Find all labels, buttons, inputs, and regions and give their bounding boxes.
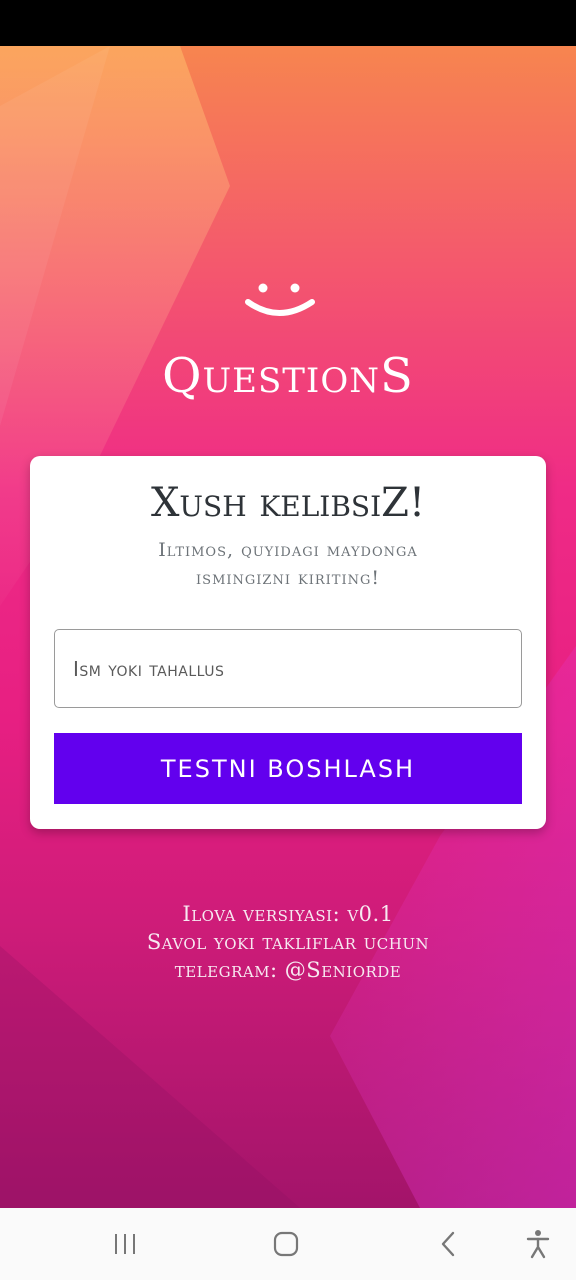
- contact-text-1: Savol yoki takliflar uchun: [146, 930, 430, 954]
- subtitle-line-1: Iltimos, quyidagi maydonga: [158, 539, 418, 561]
- back-icon: [441, 1231, 455, 1257]
- accessibility-icon: [526, 1230, 550, 1259]
- subtitle-line-2: ismingizni kiriting!: [196, 567, 380, 589]
- navigation-bar: [0, 1208, 576, 1280]
- name-input[interactable]: [54, 629, 522, 708]
- status-bar: [0, 0, 576, 46]
- recents-icon: [115, 1234, 135, 1254]
- recents-button[interactable]: [105, 1226, 145, 1262]
- footer-info: Ilova versiyasi: v0.1 Savol yoki taklifl…: [0, 900, 576, 984]
- app-title: QuestionS: [162, 348, 414, 404]
- contact-text-2: telegram: @Seniorde: [174, 958, 402, 982]
- home-button[interactable]: [266, 1226, 306, 1262]
- home-icon: [273, 1231, 299, 1257]
- accessibility-button[interactable]: [518, 1226, 558, 1262]
- back-button[interactable]: [428, 1226, 468, 1262]
- welcome-heading: Xush kelibsiZ!: [150, 480, 426, 526]
- smiley-icon: [245, 283, 315, 316]
- welcome-card: Xush kelibsiZ! Iltimos, quyidagi maydong…: [30, 456, 546, 829]
- welcome-subtitle: Iltimos, quyidagi maydonga ismingizni ki…: [70, 536, 506, 592]
- version-text: Ilova versiyasi: v0.1: [182, 902, 394, 926]
- start-test-button[interactable]: TESTNI BOSHLASH: [54, 733, 522, 804]
